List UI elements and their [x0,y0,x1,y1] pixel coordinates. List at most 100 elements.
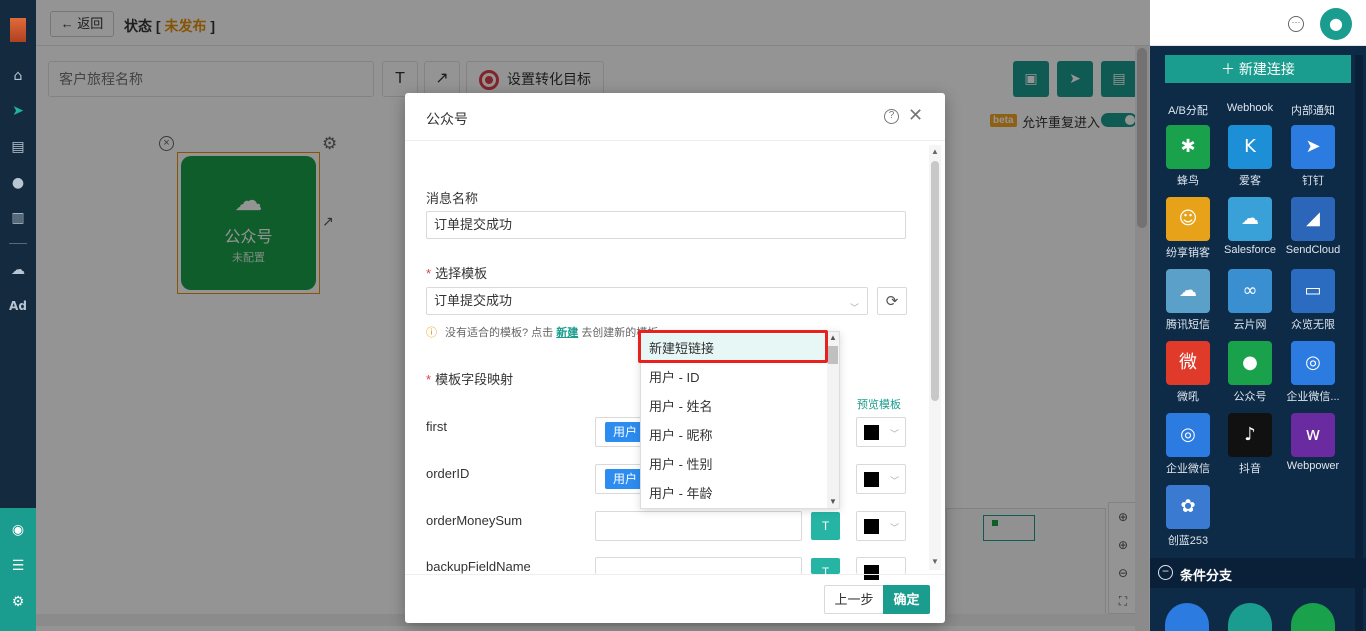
connector-tile[interactable]: ☁ Salesforce [1220,197,1280,256]
chevron-down-icon: ﹀ [890,430,900,440]
previous-step-button[interactable]: 上一步 [824,585,884,614]
color-picker[interactable]: ﹀ [856,464,906,494]
connector-tile-icon: ◎ [1291,341,1335,385]
app-logo [10,18,26,42]
tile-webhook-label[interactable]: Webhook [1220,102,1280,114]
connector-tile-icon: ➤ [1291,125,1335,169]
connector-tile[interactable]: ✿ 创蓝253 [1158,485,1218,548]
chevron-down-icon: ﹀ [890,524,900,534]
connector-tile-icon: ∞ [1228,269,1272,313]
field-name: orderMoneySum [426,513,523,528]
close-icon[interactable]: ✕ [908,105,923,126]
dropdown-option[interactable]: 用户 - 姓名 [641,392,825,421]
confirm-button[interactable]: 确定 [883,585,930,614]
connector-tile[interactable]: ◢ SendCloud [1283,197,1343,256]
connector-tile-label: 企业微信... [1286,391,1340,403]
field-value-input[interactable] [595,511,802,541]
connector-tile[interactable]: ☺ 纷享销客 [1158,197,1218,260]
chevron-down-icon: ﹀ [849,304,859,314]
connector-tile-icon: ✿ [1166,485,1210,529]
msg-name-input[interactable]: 订单提交成功 [426,211,906,239]
avatar[interactable]: ● [1320,8,1352,40]
dropdown-option[interactable]: 用户 - 年龄 [641,479,825,508]
connector-tile[interactable]: ◎ 企业微信 [1158,413,1218,476]
server-icon[interactable]: ☰ [8,556,28,576]
highlight-box [638,330,828,363]
connector-tile[interactable]: ▭ 众览无限 [1283,269,1343,332]
connector-tile-icon: ✱ [1166,125,1210,169]
modal-footer: 上一步 确定 [405,574,945,623]
color-swatch [864,425,879,440]
scroll-down-icon[interactable]: ▼ [931,557,939,566]
color-swatch [864,519,879,534]
chevron-down-icon: ﹀ [890,477,900,487]
scroll-up-icon[interactable]: ▲ [931,147,939,156]
connector-tile-label: 抖音 [1239,463,1261,475]
color-picker[interactable]: ﹀ [856,417,906,447]
new-connection-button[interactable]: ＋ 新建连接 [1165,55,1351,83]
dropdown-option[interactable]: 用户 - 性别 [641,450,825,479]
connector-tile[interactable]: ◎ 企业微信... [1283,341,1343,404]
text-insert-button[interactable]: T [811,512,840,540]
connector-tile[interactable]: ∞ 云片网 [1220,269,1280,332]
dropdown-scrollbar-thumb[interactable] [828,346,838,364]
preview-template-link[interactable]: 预览模板 [857,396,901,412]
send-icon[interactable]: ➤ [8,101,28,121]
template-select[interactable]: 订单提交成功 ﹀ [426,287,868,315]
connector-tile[interactable]: K 爱客 [1220,125,1280,188]
condition-branch-label: 条件分支 [1180,568,1233,583]
dropdown-option[interactable]: 用户 - 昵称 [641,421,825,450]
template-hint: ⓘ 没有适合的模板? 点击 新建 去创建新的模板 [426,324,658,340]
refresh-button[interactable]: ⟳ [877,287,907,315]
dropdown-option[interactable]: 用户 - ID [641,363,825,392]
scroll-up-icon[interactable]: ▲ [829,333,837,342]
field-value-input[interactable] [595,557,802,574]
connector-tile-icon: ● [1228,341,1272,385]
field-tag[interactable]: 用户 [605,469,646,489]
tile-notify-label[interactable]: 内部通知 [1283,102,1343,118]
connector-tile[interactable]: w Webpower [1283,413,1343,472]
template-label: * 选择模板 [426,266,488,281]
connector-tile[interactable]: ♪ 抖音 [1220,413,1280,476]
connector-tile-icon: ☁ [1228,197,1272,241]
scroll-down-icon[interactable]: ▼ [829,497,837,506]
panel-scrollbar[interactable] [1355,55,1363,631]
color-picker[interactable] [856,557,906,580]
connector-tile[interactable]: ✱ 蜂鸟 [1158,125,1218,188]
connector-tile-label: 钉钉 [1302,175,1324,187]
connector-tile[interactable]: ● 公众号 [1220,341,1280,404]
tile-ab-label[interactable]: A/B分配 [1158,102,1218,118]
connector-tile-label: 企业微信 [1166,463,1210,475]
nav-divider [9,243,27,244]
settings-icon[interactable]: ⚙ [8,592,28,612]
mapping-label-text: 模板字段映射 [435,372,514,387]
connector-tile-icon: ♪ [1228,413,1272,457]
template-label-text: 选择模板 [435,266,488,281]
chart-icon[interactable]: ▥ [8,208,28,228]
home-icon[interactable]: ⌂ [8,66,28,86]
user-icon[interactable]: ● [8,173,28,193]
help-icon[interactable]: ? [884,109,899,124]
modal-scrollbar[interactable]: ▲ ▼ [929,145,941,570]
org-icon[interactable]: ◉ [8,520,28,540]
mapping-label: * 模板字段映射 [426,372,514,387]
field-tag[interactable]: 用户 [605,422,646,442]
modal-header: 公众号 ? ✕ [405,93,945,141]
left-nav: ⌂ ➤ ▤ ● ▥ ☁ Ad ◉ ☰ ⚙ [0,0,36,631]
connector-tile[interactable]: ☁ 腾讯短信 [1158,269,1218,332]
text-insert-button[interactable]: T [811,558,840,579]
warning-icon: ⓘ [426,327,437,339]
modal-title: 公众号 [426,111,468,127]
connector-tile[interactable]: ➤ 钉钉 [1283,125,1343,188]
wechat-icon[interactable]: ☁ [8,260,28,280]
chat-icon[interactable]: ··· [1288,16,1304,32]
create-template-link[interactable]: 新建 [556,327,578,339]
modal-scrollbar-thumb[interactable] [931,161,939,401]
color-swatch [864,472,879,487]
color-picker[interactable]: ﹀ [856,511,906,541]
layout-icon[interactable]: ▤ [8,137,28,157]
field-name: orderID [426,466,470,481]
ad-icon[interactable]: Ad [8,296,28,316]
connector-tile[interactable]: 微微吼 [1158,341,1218,404]
condition-branch-section[interactable]: − 条件分支 [1150,558,1366,588]
